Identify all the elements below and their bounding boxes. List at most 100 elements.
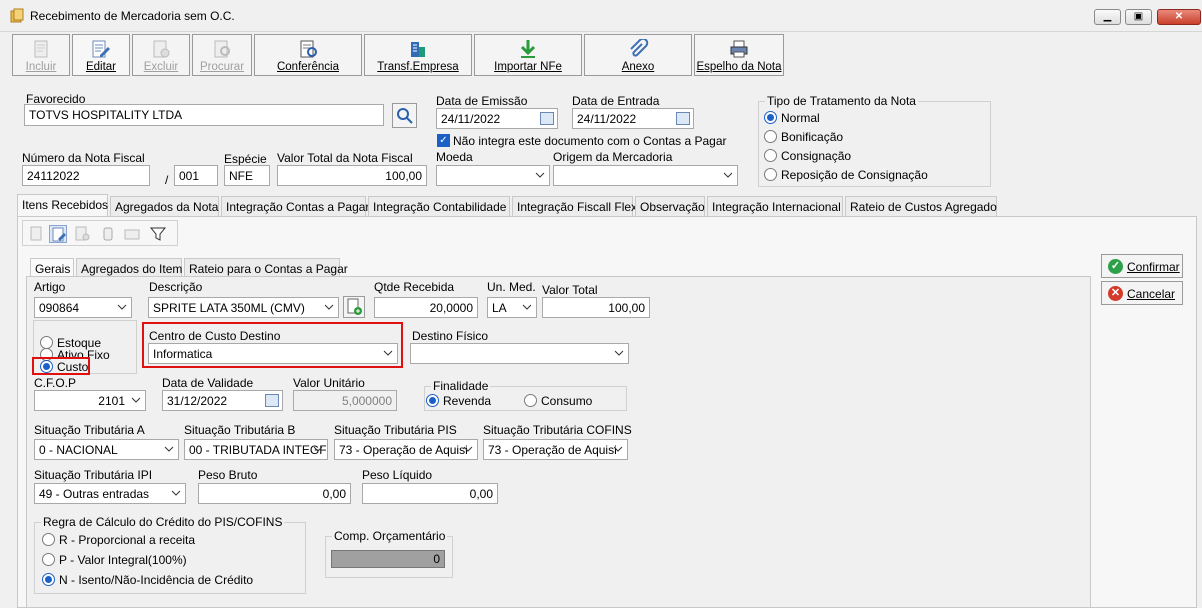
cfop-select[interactable]: 2101 — [34, 390, 146, 411]
tab-rateio-contas-pagar[interactable]: Rateio para o Contas a Pagar — [184, 258, 348, 278]
chevron-down-icon — [164, 446, 174, 452]
procurar-button[interactable]: Procurar — [192, 34, 252, 76]
paperclip-icon — [630, 39, 649, 57]
sit-trib-cofins-select[interactable]: 73 - Operação de Aquisi — [483, 439, 628, 460]
radio-revenda[interactable]: Revenda — [426, 394, 491, 408]
new-icon[interactable] — [27, 225, 45, 243]
chevron-down-icon — [522, 304, 532, 310]
item-toolbar — [22, 220, 178, 246]
sit-trib-a-select[interactable]: 0 - NACIONAL — [34, 439, 179, 460]
radio-consumo[interactable]: Consumo — [524, 394, 592, 408]
data-emissao-input[interactable]: 24/11/2022 — [436, 108, 558, 129]
chevron-down-icon — [117, 304, 127, 310]
check-document-icon — [300, 40, 317, 58]
chevron-down-icon — [131, 397, 141, 403]
maximize-button[interactable]: ▣ — [1125, 9, 1152, 25]
tab-observacao[interactable]: Observação — [635, 196, 705, 216]
main-tabs: Itens Recebidos Agregados da Nota Integr… — [17, 194, 997, 216]
conferencia-button[interactable]: Conferência — [254, 34, 362, 76]
calendar-icon[interactable] — [540, 112, 554, 125]
window-title: Recebimento de Mercadoria sem O.C. — [30, 9, 235, 23]
new-document-icon — [34, 40, 48, 58]
chevron-down-icon — [463, 446, 473, 452]
minimize-button[interactable]: ▁ — [1094, 9, 1121, 25]
search-favorecido-button[interactable] — [392, 103, 417, 128]
edit-icon[interactable] — [49, 225, 67, 243]
radio-consignacao[interactable]: Consignação — [764, 149, 851, 163]
tab-integracao-contas-pagar[interactable]: Integração Contas a Pagar — [221, 196, 369, 216]
tab-itens-recebidos[interactable]: Itens Recebidos — [17, 194, 108, 216]
chevron-down-icon — [324, 304, 334, 310]
tab-integracao-fiscall[interactable]: Integração Fiscall Flex — [512, 196, 637, 216]
delete-icon — [153, 40, 170, 58]
data-validade-input[interactable]: 31/12/2022 — [162, 390, 283, 411]
transf-empresa-button[interactable]: Transf.Empresa — [364, 34, 472, 76]
cup-icon[interactable] — [99, 225, 117, 243]
serie-input[interactable]: 001 — [174, 165, 218, 186]
highlight-centro-custo — [142, 322, 403, 368]
valor-unitario-input: 5,000000 — [293, 390, 397, 411]
search-icon — [397, 108, 413, 124]
incluir-button[interactable]: Incluir — [12, 34, 70, 76]
chevron-down-icon — [723, 172, 733, 178]
editar-button[interactable]: Editar — [72, 34, 130, 76]
excluir-button[interactable]: Excluir — [132, 34, 190, 76]
valor-total-nota-input[interactable]: 100,00 — [277, 165, 427, 186]
tab-agregados-item[interactable]: Agregados do Item — [76, 258, 182, 278]
tab-integracao-contabilidade[interactable]: Integração Contabilidade — [368, 196, 510, 216]
building-icon — [411, 42, 425, 57]
radio-bonificacao[interactable]: Bonificação — [764, 130, 843, 144]
radio-valor-integral[interactable]: P - Valor Integral(100%) — [42, 553, 187, 567]
sit-trib-b-select[interactable]: 00 - TRIBUTADA INTEGF — [184, 439, 328, 460]
download-arrow-icon — [520, 40, 536, 58]
delete-icon[interactable] — [73, 225, 91, 243]
tab-integracao-internacional[interactable]: Integração Internacional — [707, 196, 843, 216]
add-artigo-button[interactable] — [343, 296, 365, 318]
favorecido-input[interactable]: TOTVS HOSPITALITY LTDA — [24, 104, 384, 126]
unmed-select[interactable]: LA — [487, 297, 537, 318]
filter-icon[interactable] — [149, 225, 167, 243]
image-icon[interactable] — [123, 225, 141, 243]
chevron-down-icon — [535, 172, 545, 178]
cancelar-button[interactable]: ✕ Cancelar — [1101, 281, 1183, 305]
artigo-select[interactable]: 090864 — [34, 297, 132, 318]
importar-nfe-button[interactable]: Importar NFe — [474, 34, 582, 76]
chevron-down-icon — [613, 446, 623, 452]
tab-rateio-custos[interactable]: Rateio de Custos Agregado — [845, 196, 997, 216]
valor-total-item-input[interactable]: 100,00 — [542, 297, 650, 318]
close-button[interactable]: ✕ — [1157, 9, 1201, 25]
radio-reposicao-consignacao[interactable]: Reposição de Consignação — [764, 168, 928, 182]
title-bar: Recebimento de Mercadoria sem O.C. ▁ ▣ ✕ — [0, 0, 1202, 32]
app-icon — [10, 8, 24, 23]
search-document-icon — [214, 40, 230, 58]
printer-icon — [730, 40, 748, 58]
sit-trib-pis-select[interactable]: 73 - Operação de Aquisi — [334, 439, 478, 460]
moeda-select[interactable] — [436, 165, 550, 186]
chevron-down-icon — [614, 350, 624, 356]
check-icon: ✓ — [1108, 259, 1123, 274]
radio-proporcional-receita[interactable]: R - Proporcional a receita — [42, 533, 195, 547]
anexo-button[interactable]: Anexo — [584, 34, 692, 76]
origem-select[interactable] — [553, 165, 738, 186]
qtde-recebida-input[interactable]: 20,0000 — [374, 297, 478, 318]
tab-agregados-nota[interactable]: Agregados da Nota — [110, 196, 219, 216]
chevron-down-icon — [171, 490, 181, 496]
calendar-icon[interactable] — [265, 394, 279, 407]
radio-isento[interactable]: N - Isento/Não-Incidência de Crédito — [42, 573, 253, 587]
peso-bruto-input[interactable]: 0,00 — [198, 483, 351, 504]
destino-fisico-select[interactable] — [410, 343, 629, 364]
numero-nf-input[interactable]: 24112022 — [22, 165, 150, 186]
add-document-icon — [347, 298, 362, 315]
calendar-icon[interactable] — [676, 112, 690, 125]
edit-icon — [92, 40, 110, 58]
espelho-nota-button[interactable]: Espelho da Nota — [694, 34, 784, 76]
confirmar-button[interactable]: ✓ Confirmar — [1101, 254, 1183, 278]
data-entrada-input[interactable]: 24/11/2022 — [572, 108, 694, 129]
sit-trib-ipi-select[interactable]: 49 - Outras entradas — [34, 483, 186, 504]
cancel-icon: ✕ — [1108, 286, 1123, 301]
descricao-select[interactable]: SPRITE LATA 350ML (CMV) — [148, 297, 339, 318]
nao-integra-checkbox[interactable]: ✓ — [437, 134, 450, 147]
especie-input[interactable]: NFE — [224, 165, 270, 186]
radio-normal[interactable]: Normal — [764, 111, 820, 125]
peso-liquido-input[interactable]: 0,00 — [362, 483, 498, 504]
